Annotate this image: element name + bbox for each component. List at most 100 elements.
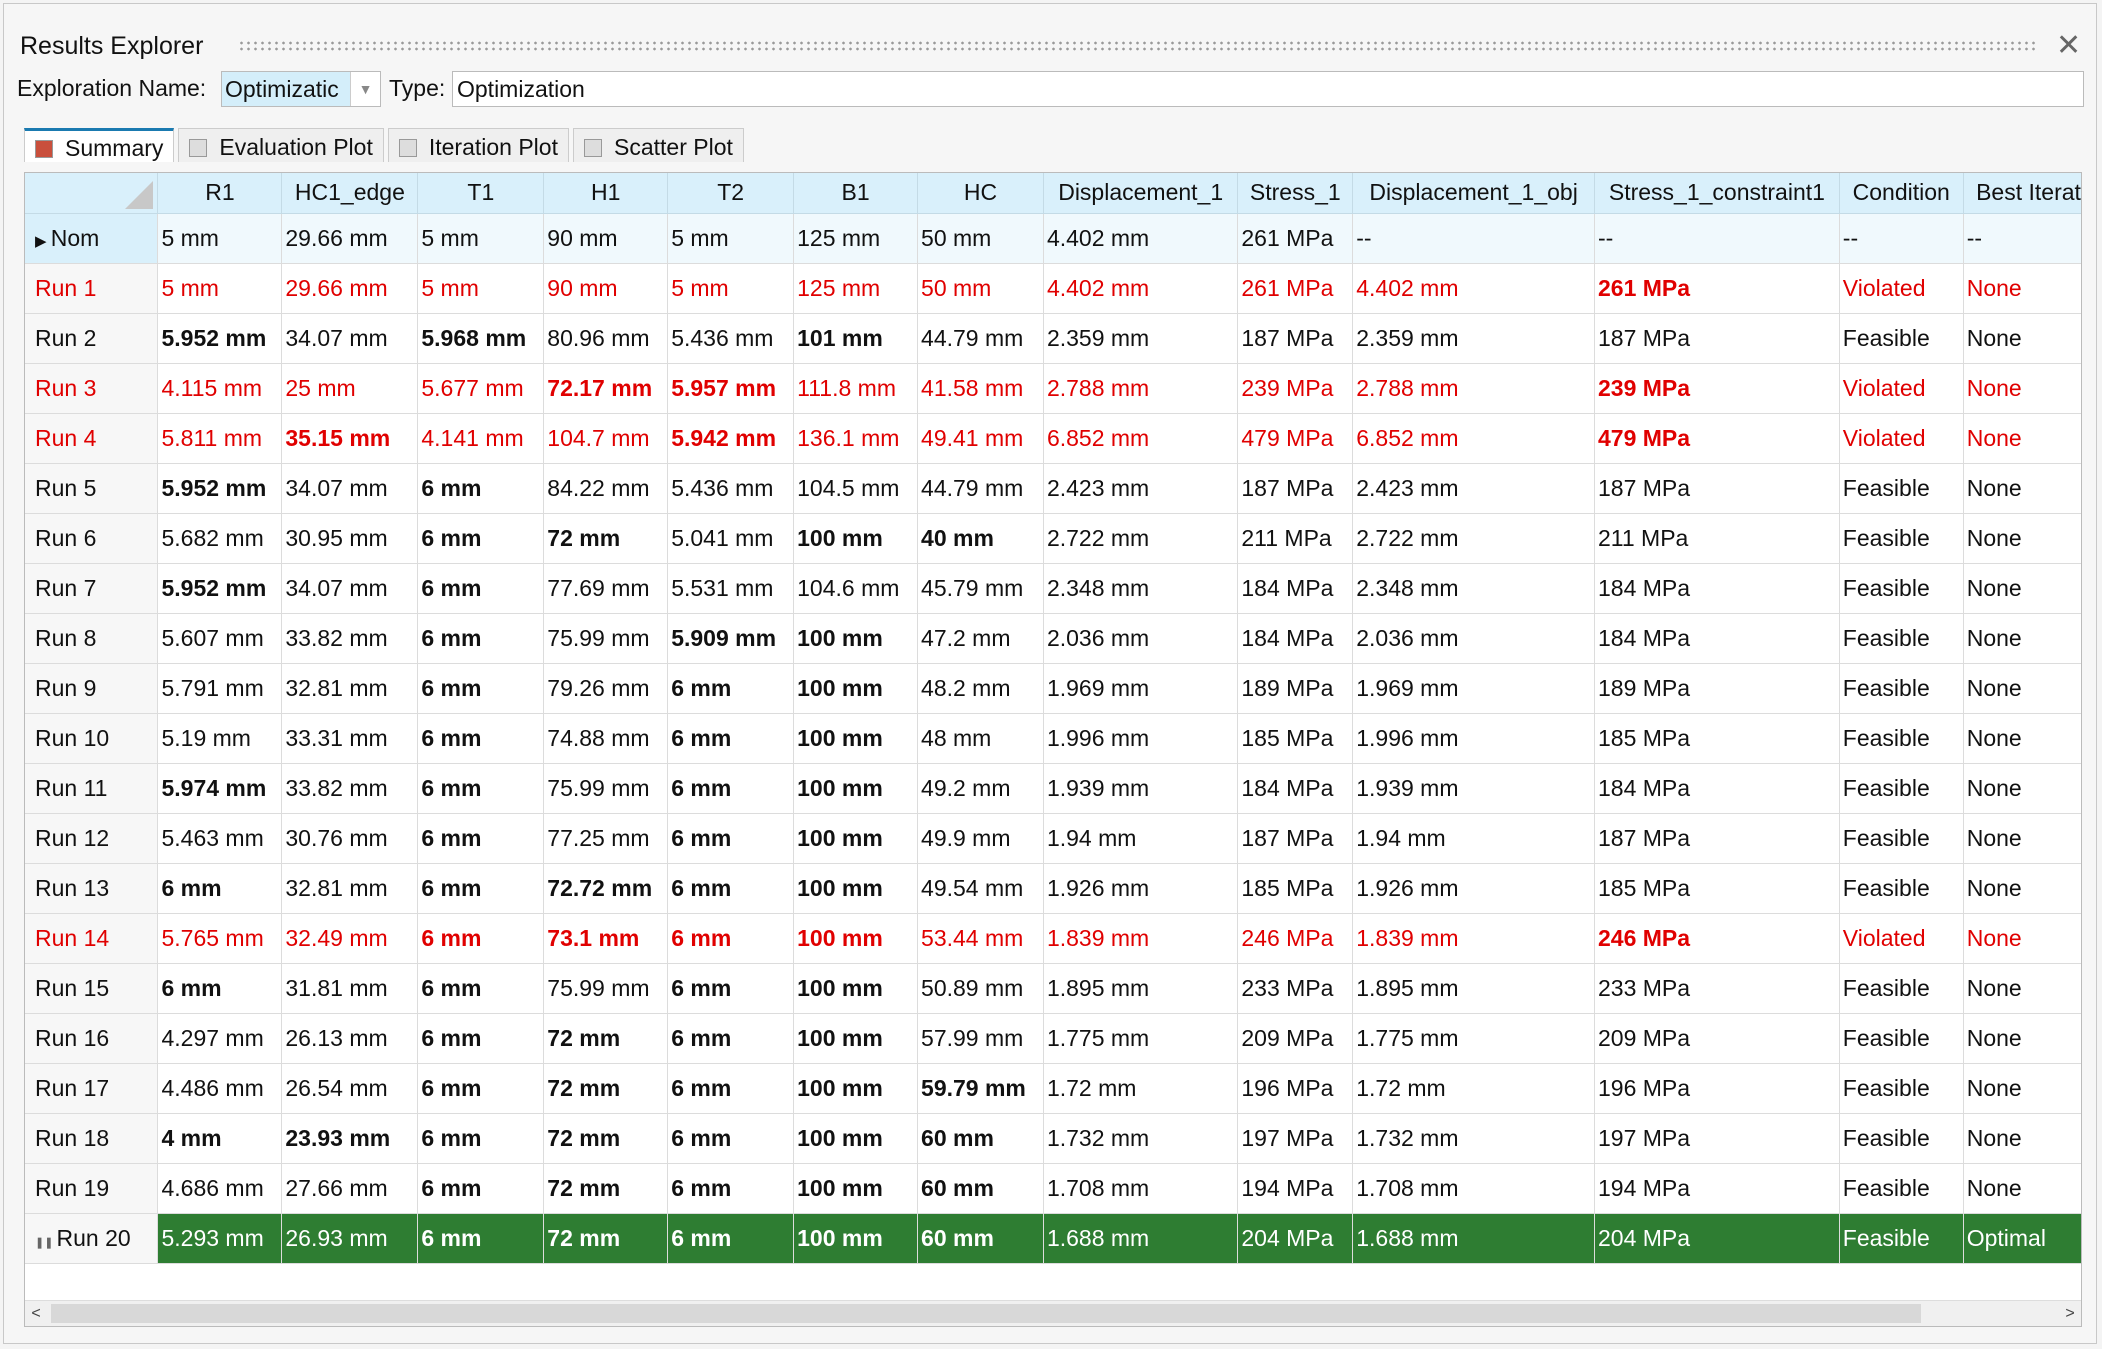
table-cell[interactable]: 6 mm [667,663,795,714]
table-cell[interactable]: 1.94 mm [1043,813,1239,864]
table-cell[interactable]: Feasible [1839,763,1964,814]
table-cell[interactable]: 6 mm [667,1113,795,1164]
table-cell[interactable]: 72 mm [543,513,669,564]
table-cell[interactable]: 104.6 mm [793,563,919,614]
table-cell[interactable]: 479 MPa [1237,413,1354,464]
table-cell[interactable]: None [1963,913,2081,964]
row-header[interactable]: Run 14 [25,913,159,964]
table-cell[interactable]: 2.036 mm [1043,613,1239,664]
table-cell[interactable]: Violated [1839,913,1964,964]
table-cell[interactable]: 90 mm [543,263,669,314]
table-cell[interactable]: 194 MPa [1237,1163,1354,1214]
table-cell[interactable]: 45.79 mm [917,563,1044,614]
table-cell[interactable]: 4.402 mm [1043,263,1239,314]
table-cell[interactable]: 26.54 mm [281,1063,419,1114]
table-cell[interactable]: None [1963,613,2081,664]
table-cell[interactable]: 49.2 mm [917,763,1044,814]
table-cell[interactable]: 34.07 mm [281,313,419,364]
table-row[interactable]: Run 3 4.115 mm 25 mm 5.677 mm 72.17 mm 5.957 … [25,363,2081,414]
table-cell[interactable]: None [1963,263,2081,314]
table-cell[interactable]: 77.69 mm [543,563,669,614]
table-cell[interactable]: 57.99 mm [917,1013,1044,1064]
column-header[interactable]: HC [917,173,1044,214]
table-cell[interactable]: 32.49 mm [281,913,419,964]
table-cell[interactable]: None [1963,763,2081,814]
table-cell[interactable]: 6 mm [417,463,545,514]
row-header[interactable]: Run 4 [25,413,159,464]
table-cell[interactable]: 6 mm [417,513,545,564]
table-cell[interactable]: 73.1 mm [543,913,669,964]
row-header[interactable]: Run 1 [25,263,159,314]
table-cell[interactable]: 479 MPa [1594,413,1840,464]
table-cell[interactable]: 233 MPa [1237,963,1354,1014]
row-header[interactable]: Run 8 [25,613,159,664]
table-cell[interactable]: 50.89 mm [917,963,1044,1014]
table-cell[interactable]: 2.359 mm [1352,313,1595,364]
table-cell[interactable]: 1.926 mm [1352,863,1595,914]
table-cell[interactable]: 185 MPa [1237,863,1354,914]
column-header[interactable]: T2 [667,173,795,214]
table-row[interactable]: Run 8 5.607 mm 33.82 mm 6 mm 75.99 mm 5.909 m… [25,613,2081,664]
table-cell[interactable]: None [1963,963,2081,1014]
table-cell[interactable]: 26.93 mm [281,1213,419,1264]
table-cell[interactable]: 2.423 mm [1043,463,1239,514]
table-cell[interactable]: 6 mm [667,713,795,764]
table-cell[interactable]: 1.839 mm [1352,913,1595,964]
table-cell[interactable]: 5.909 mm [667,613,795,664]
column-header[interactable]: R1 [157,173,283,214]
table-cell[interactable]: 59.79 mm [917,1063,1044,1114]
table-cell[interactable]: 187 MPa [1594,463,1840,514]
table-cell[interactable]: 4.115 mm [157,363,283,414]
table-cell[interactable]: 23.93 mm [281,1113,419,1164]
table-cell[interactable]: 184 MPa [1594,613,1840,664]
table-cell[interactable]: 1.996 mm [1043,713,1239,764]
table-row[interactable]: Run 17 4.486 mm 26.54 mm 6 mm 72 mm 6 mm 100 m… [25,1063,2081,1114]
table-cell[interactable]: 1.775 mm [1352,1013,1595,1064]
table-cell[interactable]: 50 mm [917,213,1044,264]
drag-handle[interactable] [238,40,2038,52]
table-cell[interactable]: 187 MPa [1594,313,1840,364]
table-cell[interactable]: 48 mm [917,713,1044,764]
table-cell[interactable]: 6 mm [667,1013,795,1064]
table-cell[interactable]: 187 MPa [1237,813,1354,864]
table-cell[interactable]: 5.677 mm [417,363,545,414]
table-cell[interactable]: 75.99 mm [543,963,669,1014]
table-cell[interactable]: 6 mm [417,563,545,614]
table-cell[interactable]: 6 mm [417,813,545,864]
table-cell[interactable]: 5 mm [667,263,795,314]
table-cell[interactable]: 47.2 mm [917,613,1044,664]
table-cell[interactable]: 125 mm [793,263,919,314]
table-cell[interactable]: 6 mm [417,863,545,914]
table-cell[interactable]: 53.44 mm [917,913,1044,964]
table-cell[interactable]: 48.2 mm [917,663,1044,714]
table-cell[interactable]: 1.732 mm [1043,1113,1239,1164]
table-row[interactable]: Run 12 5.463 mm 30.76 mm 6 mm 77.25 mm 6 mm 10… [25,813,2081,864]
table-cell[interactable]: 34.07 mm [281,563,419,614]
table-cell[interactable]: Feasible [1839,713,1964,764]
table-cell[interactable]: 185 MPa [1594,713,1840,764]
table-cell[interactable]: 72.72 mm [543,863,669,914]
table-cell[interactable]: 32.81 mm [281,863,419,914]
table-cell[interactable]: 4.486 mm [157,1063,283,1114]
table-cell[interactable]: 5.765 mm [157,913,283,964]
table-cell[interactable]: 187 MPa [1237,313,1354,364]
table-cell[interactable]: 6 mm [667,913,795,964]
table-cell[interactable]: 194 MPa [1594,1163,1840,1214]
table-cell[interactable]: 2.788 mm [1352,363,1595,414]
column-header[interactable]: T1 [417,173,545,214]
table-cell[interactable]: 49.41 mm [917,413,1044,464]
table-cell[interactable]: 6 mm [417,1213,545,1264]
table-cell[interactable]: 261 MPa [1594,263,1840,314]
table-cell[interactable]: 100 mm [793,963,919,1014]
row-header[interactable]: Run 13 [25,863,159,914]
table-cell[interactable]: 1.72 mm [1043,1063,1239,1114]
table-cell[interactable]: 184 MPa [1237,763,1354,814]
table-cell[interactable]: 204 MPa [1594,1213,1840,1264]
table-cell[interactable]: 100 mm [793,1013,919,1064]
table-cell[interactable]: 197 MPa [1594,1113,1840,1164]
table-cell[interactable]: 5 mm [157,213,283,264]
table-cell[interactable]: 2.348 mm [1043,563,1239,614]
table-cell[interactable]: 5.19 mm [157,713,283,764]
table-cell[interactable]: 100 mm [793,1113,919,1164]
table-cell[interactable]: 5.952 mm [157,563,283,614]
